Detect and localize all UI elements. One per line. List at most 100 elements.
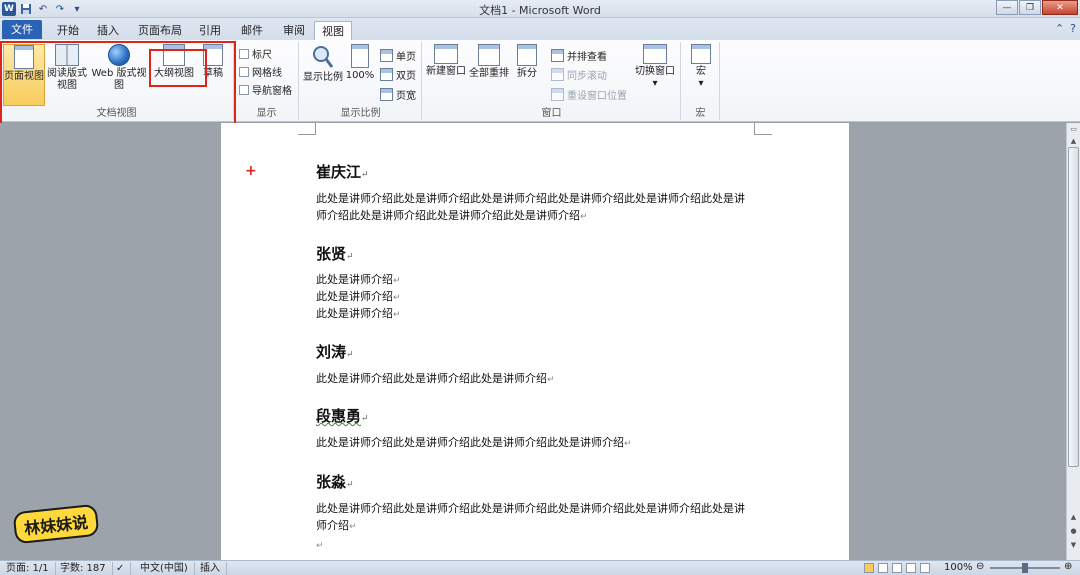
tab-mailings[interactable]: 邮件 — [236, 21, 268, 40]
page-count[interactable]: 页面: 1/1 — [6, 562, 56, 575]
paragraph[interactable]: 此处是讲师介绍此处是讲师介绍此处是讲师介绍↵ — [316, 370, 776, 389]
zoom-100-button[interactable]: 100% — [344, 44, 376, 82]
macros-icon — [691, 44, 711, 64]
synchronous-scrolling-button[interactable]: 同步滚动 — [551, 67, 607, 82]
heading[interactable]: 崔庆江↵ — [316, 161, 776, 182]
reset-position-icon — [551, 88, 564, 101]
vertical-scrollbar[interactable]: ▭ ▲ ▲ ● ▼ — [1066, 123, 1080, 560]
heading[interactable]: 张贤↵ — [316, 243, 776, 264]
ribbon: 页面视图 阅读版式 视图 Web 版式视图 大纲视图 草稿 文档视图 标尺 网格… — [0, 40, 1080, 129]
entry-2: 张贤↵ 此处是讲师介绍↵ 此处是讲师介绍↵ 此处是讲师介绍↵ — [316, 243, 776, 323]
chevron-down-icon: ▾ — [652, 78, 658, 89]
gridlines-check-box[interactable] — [239, 66, 249, 77]
paragraph[interactable]: 此处是讲师介绍此处是讲师介绍此处是讲师介绍此处是讲师介绍此处是讲师介绍此处是讲 … — [316, 190, 776, 226]
close-button[interactable]: ✕ — [1042, 0, 1078, 15]
page-width-button[interactable]: 页宽 — [380, 87, 416, 102]
chevron-down-icon: ▾ — [698, 78, 704, 89]
gridlines-checkbox[interactable]: 网格线 — [239, 64, 282, 79]
two-pages-icon — [380, 68, 393, 81]
group-window: 新建窗口 全部重排 拆分 并排查看 同步滚动 重设窗口位置 切换窗口 ▾ 窗口 — [423, 42, 681, 120]
one-page-icon — [380, 49, 393, 62]
ruler-check-box[interactable] — [239, 48, 249, 59]
entry-5: 张淼↵ 此处是讲师介绍此处是讲师介绍此处是讲师介绍此处是讲师介绍此处是讲师介绍此… — [316, 471, 776, 555]
switch-windows-button[interactable]: 切换窗口 ▾ — [631, 44, 679, 90]
zoom-level[interactable]: 100% — [944, 562, 973, 573]
tab-file[interactable]: 文件 — [2, 20, 42, 39]
minimize-button[interactable]: — — [996, 0, 1018, 15]
group-label-window: 窗口 — [541, 108, 562, 119]
zoom-out-icon[interactable]: ⊖ — [976, 561, 984, 572]
paragraph[interactable]: 此处是讲师介绍此处是讲师介绍此处是讲师介绍此处是讲师介绍↵ — [316, 434, 776, 453]
help-icon[interactable]: ? — [1070, 22, 1076, 35]
insert-mode[interactable]: 插入 — [200, 562, 227, 575]
proofing-icon[interactable]: ✓ — [116, 562, 132, 575]
status-bar: 页面: 1/1 字数: 187 ✓ 中文(中国) 插入 100% ⊖ ⊕ — [0, 560, 1080, 575]
tab-references[interactable]: 引用 — [194, 21, 226, 40]
heading[interactable]: 段惠勇↵ — [316, 405, 776, 426]
macros-button[interactable]: 宏 ▾ — [686, 44, 716, 90]
document-page[interactable]: + 崔庆江↵ 此处是讲师介绍此处是讲师介绍此处是讲师介绍此处是讲师介绍此处是讲师… — [221, 123, 849, 560]
one-page-button[interactable]: 单页 — [380, 48, 416, 63]
side-by-side-icon — [551, 49, 564, 62]
zoom-in-icon[interactable]: ⊕ — [1064, 561, 1072, 572]
zoom-100-icon — [351, 44, 369, 68]
group-show: 标尺 网格线 导航窗格 显示 — [235, 42, 299, 120]
restore-button[interactable]: ❐ — [1019, 0, 1041, 15]
web-view-icon[interactable] — [892, 563, 902, 573]
ruler-toggle-icon[interactable]: ▭ — [1068, 125, 1079, 135]
next-page-icon[interactable]: ▼ — [1068, 541, 1079, 551]
new-window-button[interactable]: 新建窗口 — [425, 44, 467, 78]
group-label-show: 显示 — [256, 108, 277, 119]
reading-view-icon[interactable] — [878, 563, 888, 573]
scroll-thumb[interactable] — [1068, 147, 1079, 467]
navigation-pane-check-box[interactable] — [239, 84, 249, 95]
title-bar: W ↶ ↷ ▾ 文档1 - Microsoft Word — ❐ ✕ — [0, 0, 1080, 18]
collapse-ribbon-icon[interactable]: ⌃ — [1055, 22, 1064, 35]
document-area[interactable]: + 崔庆江↵ 此处是讲师介绍此处是讲师介绍此处是讲师介绍此处是讲师介绍此处是讲师… — [0, 123, 1066, 560]
page-corner-mark — [754, 123, 772, 135]
window-controls: — ❐ ✕ — [995, 0, 1078, 15]
group-macros: 宏 ▾ 宏 — [682, 42, 720, 120]
two-pages-button[interactable]: 双页 — [380, 67, 416, 82]
paragraph[interactable]: 此处是讲师介绍此处是讲师介绍此处是讲师介绍此处是讲师介绍此处是讲师介绍此处是讲 … — [316, 500, 776, 555]
previous-page-icon[interactable]: ▲ — [1068, 513, 1079, 523]
arrange-all-button[interactable]: 全部重排 — [467, 44, 511, 80]
paragraph[interactable]: 此处是讲师介绍↵ 此处是讲师介绍↵ 此处是讲师介绍↵ — [316, 272, 776, 323]
sync-scroll-icon — [551, 68, 564, 81]
ribbon-controls: ⌃ ? — [1055, 22, 1076, 35]
heading[interactable]: 刘涛↵ — [316, 341, 776, 362]
group-label-macros: 宏 — [695, 108, 706, 119]
tab-view[interactable]: 视图 — [314, 21, 352, 40]
language[interactable]: 中文(中国) — [140, 562, 195, 575]
entry-4: 段惠勇↵ 此处是讲师介绍此处是讲师介绍此处是讲师介绍此处是讲师介绍↵ — [316, 405, 776, 453]
tab-insert[interactable]: 插入 — [92, 21, 124, 40]
zoom-button[interactable]: 显示比例 — [302, 44, 344, 84]
page-corner-mark — [298, 123, 316, 135]
reset-window-position-button[interactable]: 重设窗口位置 — [551, 87, 627, 102]
heading[interactable]: 张淼↵ — [316, 471, 776, 492]
view-side-by-side-button[interactable]: 并排查看 — [551, 48, 607, 63]
new-window-icon — [434, 44, 458, 64]
tab-page-layout[interactable]: 页面布局 — [134, 21, 186, 40]
scroll-up-icon[interactable]: ▲ — [1068, 137, 1079, 147]
word-count[interactable]: 字数: 187 — [60, 562, 113, 575]
entry-1: 崔庆江↵ 此处是讲师介绍此处是讲师介绍此处是讲师介绍此处是讲师介绍此处是讲师介绍… — [316, 161, 776, 226]
browse-object-icon[interactable]: ● — [1068, 527, 1079, 537]
outline-view-icon[interactable] — [906, 563, 916, 573]
ruler-checkbox[interactable]: 标尺 — [239, 46, 272, 61]
highlight-box-outline — [149, 49, 207, 87]
window-title: 文档1 - Microsoft Word — [479, 4, 601, 17]
plus-mark: + — [245, 163, 257, 179]
page-width-icon — [380, 88, 393, 101]
ribbon-tabs: 文件 开始 插入 页面布局 引用 邮件 审阅 视图 ⌃ ? — [0, 18, 1080, 40]
tab-review[interactable]: 审阅 — [278, 21, 310, 40]
split-button[interactable]: 拆分 — [513, 44, 541, 80]
draft-view-icon[interactable] — [920, 563, 930, 573]
zoom-slider-thumb[interactable] — [1022, 563, 1028, 573]
arrange-all-icon — [478, 44, 500, 66]
navigation-pane-checkbox[interactable]: 导航窗格 — [239, 82, 292, 97]
switch-windows-icon — [643, 44, 667, 64]
print-layout-view-icon[interactable] — [864, 563, 874, 573]
entry-3: 刘涛↵ 此处是讲师介绍此处是讲师介绍此处是讲师介绍↵ — [316, 341, 776, 389]
tab-home[interactable]: 开始 — [52, 21, 84, 40]
